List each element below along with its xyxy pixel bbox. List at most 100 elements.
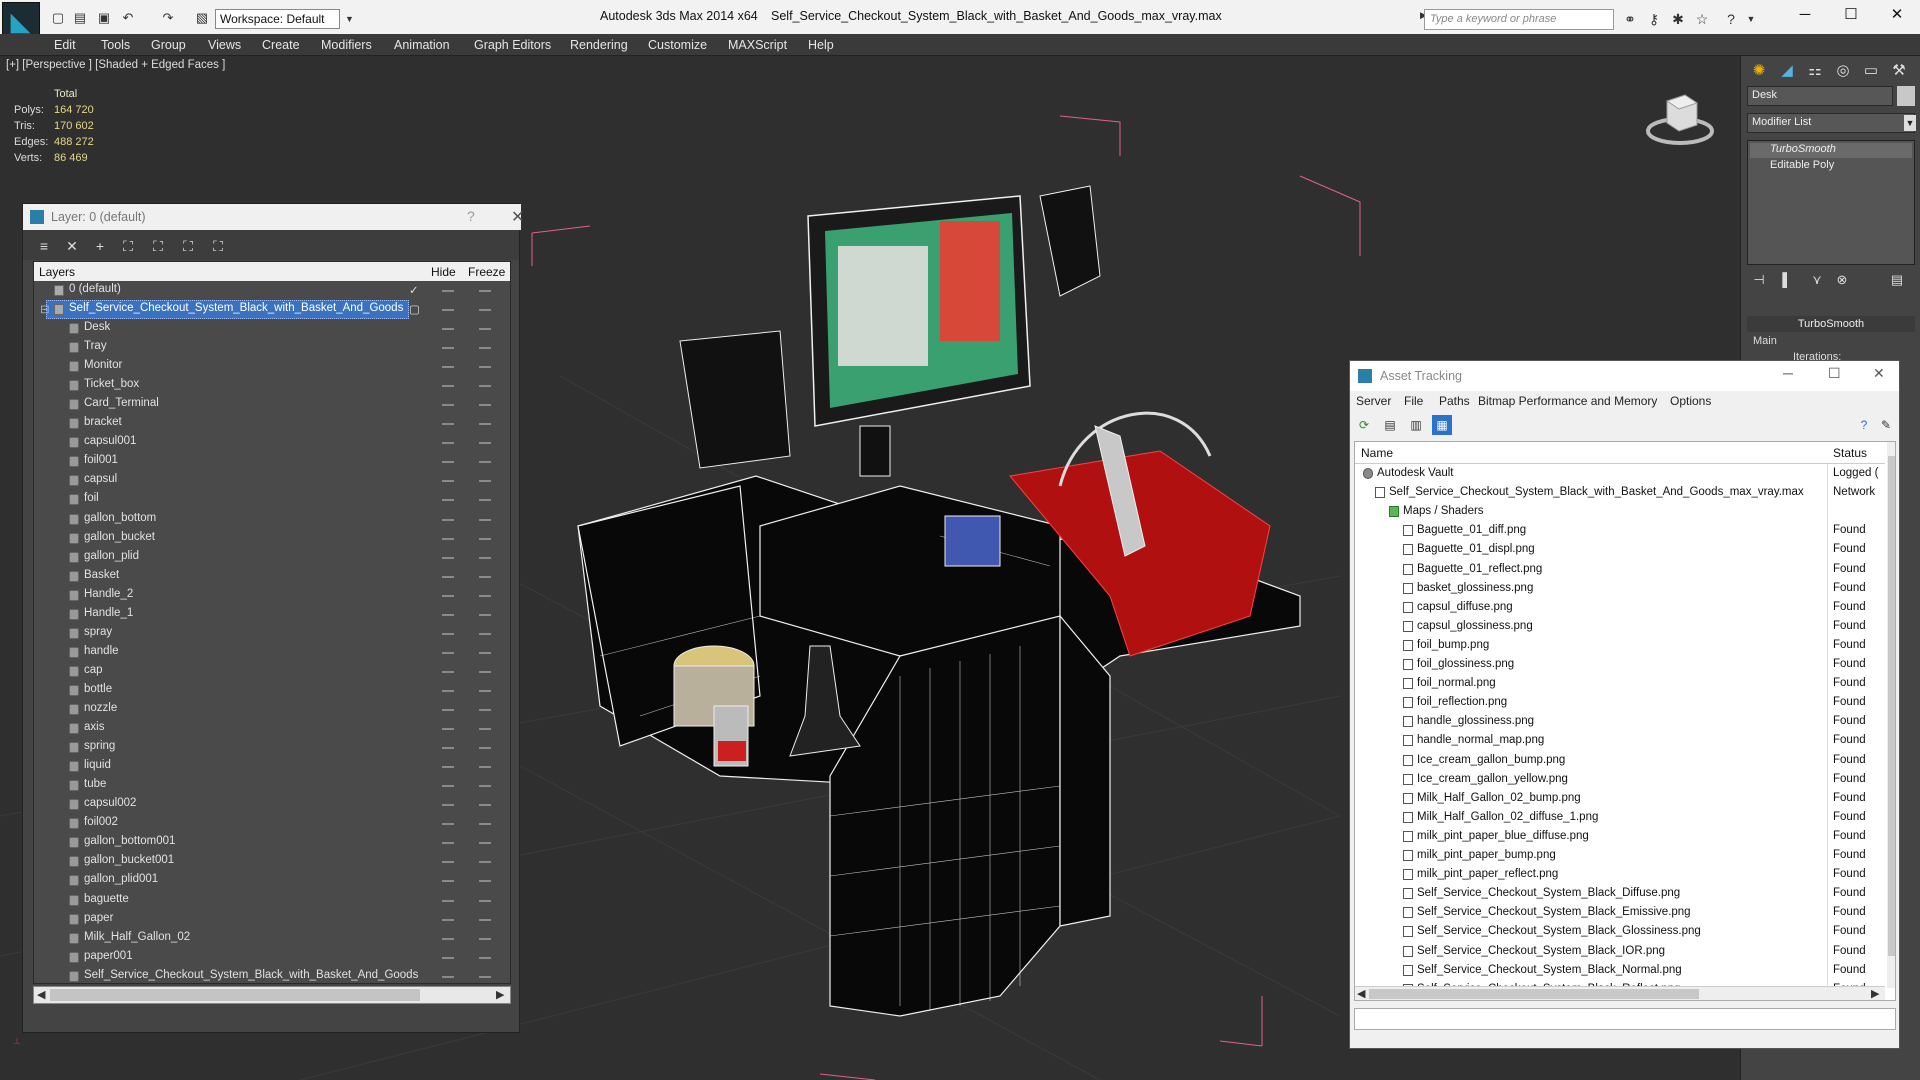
show-end-result-icon[interactable]: ▌ xyxy=(1777,270,1797,290)
hide-toggle[interactable] xyxy=(442,309,454,311)
project-folder-icon[interactable]: ▧ xyxy=(194,10,210,26)
freeze-toggle[interactable] xyxy=(479,861,491,864)
layer-object-row[interactable]: Ticket_box xyxy=(34,376,510,395)
freeze-toggle[interactable] xyxy=(479,594,491,597)
asset-row[interactable]: Self_Service_Checkout_System_Black_Norma… xyxy=(1355,961,1885,980)
object-name-field[interactable]: Desk xyxy=(1747,86,1893,106)
menu-modifiers[interactable]: Modifiers xyxy=(321,38,372,52)
create-tab-icon[interactable]: ✺ xyxy=(1747,59,1771,83)
collapse-icon[interactable]: ⊟ xyxy=(40,302,50,316)
layer-object-row[interactable]: gallon_bucket001 xyxy=(34,852,510,871)
asset-row[interactable]: milk_pint_paper_bump.png Found xyxy=(1355,846,1885,865)
make-unique-icon[interactable]: ⋎ xyxy=(1807,270,1827,290)
layer-object-row[interactable]: handle xyxy=(34,643,510,662)
asset-row[interactable]: Self_Service_Checkout_System_Black_Diffu… xyxy=(1355,884,1885,903)
layer-object-row[interactable]: cap xyxy=(34,662,510,681)
scroll-right-icon[interactable]: ▶ xyxy=(496,988,504,1001)
turbosmooth-rollout-title[interactable]: TurboSmooth xyxy=(1747,316,1915,332)
hierarchy-tab-icon[interactable]: ⚏ xyxy=(1803,59,1827,83)
asset-row[interactable]: Baguette_01_reflect.png Found xyxy=(1355,560,1885,579)
menu-rendering[interactable]: Rendering xyxy=(570,38,628,52)
close-icon[interactable]: ✕ xyxy=(511,207,524,227)
layer-object-row[interactable]: Monitor xyxy=(34,357,510,376)
menu-views[interactable]: Views xyxy=(208,38,241,52)
asset-row[interactable]: foil_normal.png Found xyxy=(1355,674,1885,693)
asset-row[interactable]: Self_Service_Checkout_System_Black_with_… xyxy=(1355,483,1885,502)
asset-menu-server[interactable]: Server xyxy=(1356,394,1391,408)
layer-object-row[interactable]: spray xyxy=(34,624,510,643)
asset-row[interactable]: Milk_Half_Gallon_02_diffuse_1.png Found xyxy=(1355,808,1885,827)
create-layer-icon[interactable]: ≡ xyxy=(35,237,53,255)
hide-toggle[interactable] xyxy=(442,670,454,673)
freeze-toggle[interactable] xyxy=(479,423,491,426)
hide-toggle[interactable] xyxy=(442,861,454,864)
freeze-all-icon[interactable]: ⛶ xyxy=(209,237,227,255)
layer-object-row[interactable]: gallon_bottom xyxy=(34,510,510,529)
chevron-down-icon[interactable]: ▼ xyxy=(1904,115,1916,131)
hide-toggle[interactable] xyxy=(442,404,454,407)
new-file-icon[interactable]: ▢ xyxy=(50,10,66,26)
menu-edit[interactable]: Edit xyxy=(54,38,76,52)
hide-toggle[interactable] xyxy=(442,709,454,711)
display-tab-icon[interactable]: ▭ xyxy=(1859,59,1883,83)
settings-icon[interactable]: ✎ xyxy=(1876,415,1896,435)
modify-tab-icon[interactable]: ◢ xyxy=(1775,59,1799,83)
chevron-down-icon[interactable]: ▼ xyxy=(1741,9,1761,29)
freeze-toggle[interactable] xyxy=(479,709,491,711)
help-icon[interactable]: ? xyxy=(467,208,475,224)
freeze-toggle[interactable] xyxy=(479,804,491,807)
freeze-toggle[interactable] xyxy=(479,899,491,902)
viewcube-icon[interactable] xyxy=(1645,89,1715,149)
freeze-toggle[interactable] xyxy=(479,766,491,769)
freeze-toggle[interactable] xyxy=(479,689,491,692)
menu-graph-editors[interactable]: Graph Editors xyxy=(474,38,551,52)
hide-toggle[interactable] xyxy=(442,328,454,330)
menu-customize[interactable]: Customize xyxy=(648,38,707,52)
close-button[interactable]: ✕ xyxy=(1874,0,1920,30)
configure-sets-icon[interactable]: ▤ xyxy=(1887,270,1907,290)
freeze-toggle[interactable] xyxy=(479,975,491,978)
menu-create[interactable]: Create xyxy=(262,38,300,52)
minimize-icon[interactable]: ─ xyxy=(1783,365,1793,381)
layer-horizontal-scrollbar[interactable]: ◀ ▶ xyxy=(33,986,511,1004)
freeze-toggle[interactable] xyxy=(479,347,491,350)
layer-object-row[interactable]: baguette xyxy=(34,891,510,910)
maximize-button[interactable]: ☐ xyxy=(1828,0,1874,30)
current-layer-icon[interactable]: ▢ xyxy=(409,302,420,316)
asset-row[interactable]: handle_glossiness.png Found xyxy=(1355,712,1885,731)
col-layers[interactable]: Layers xyxy=(39,265,75,279)
menu-group[interactable]: Group xyxy=(151,38,186,52)
freeze-toggle[interactable] xyxy=(479,785,491,788)
layer-object-row[interactable]: gallon_plid xyxy=(34,548,510,567)
hide-toggle[interactable] xyxy=(442,899,454,902)
refresh-icon[interactable]: ⟳ xyxy=(1354,415,1374,435)
list-view-icon[interactable]: ▤ xyxy=(1380,415,1400,435)
asset-row[interactable]: capsul_diffuse.png Found xyxy=(1355,598,1885,617)
hide-toggle[interactable] xyxy=(442,651,454,654)
freeze-toggle[interactable] xyxy=(479,309,491,311)
hide-toggle[interactable] xyxy=(442,956,454,959)
menu-animation[interactable]: Animation xyxy=(394,38,450,52)
col-freeze[interactable]: Freeze xyxy=(468,265,505,279)
asset-row[interactable]: Ice_cream_gallon_yellow.png Found xyxy=(1355,770,1885,789)
layer-object-row[interactable]: gallon_bottom001 xyxy=(34,833,510,852)
hide-toggle[interactable] xyxy=(442,747,454,750)
table-view-icon[interactable]: ▦ xyxy=(1432,415,1452,435)
col-name[interactable]: Name xyxy=(1361,446,1393,460)
close-icon[interactable]: ✕ xyxy=(1873,365,1885,382)
asset-menu-file[interactable]: File xyxy=(1404,394,1423,408)
scroll-left-icon[interactable]: ◀ xyxy=(1357,987,1365,1000)
freeze-toggle[interactable] xyxy=(479,575,491,578)
highlight-layer-icon[interactable]: ⛶ xyxy=(149,237,167,255)
asset-dialog-titlebar[interactable]: Asset Tracking ─ ☐ ✕ xyxy=(1350,361,1899,391)
layer-object-row[interactable]: bracket xyxy=(34,414,510,433)
col-hide[interactable]: Hide xyxy=(431,265,456,279)
scroll-thumb[interactable] xyxy=(1888,456,1895,956)
layer-object-row[interactable]: liquid xyxy=(34,757,510,776)
select-objects-icon[interactable]: ⛶ xyxy=(119,237,137,255)
layer-object-row[interactable]: nozzle xyxy=(34,700,510,719)
hide-toggle[interactable] xyxy=(442,632,454,635)
menu-tools[interactable]: Tools xyxy=(101,38,130,52)
menu-help[interactable]: Help xyxy=(808,38,834,52)
asset-horizontal-scrollbar[interactable]: ◀ ▶ xyxy=(1355,986,1885,1000)
